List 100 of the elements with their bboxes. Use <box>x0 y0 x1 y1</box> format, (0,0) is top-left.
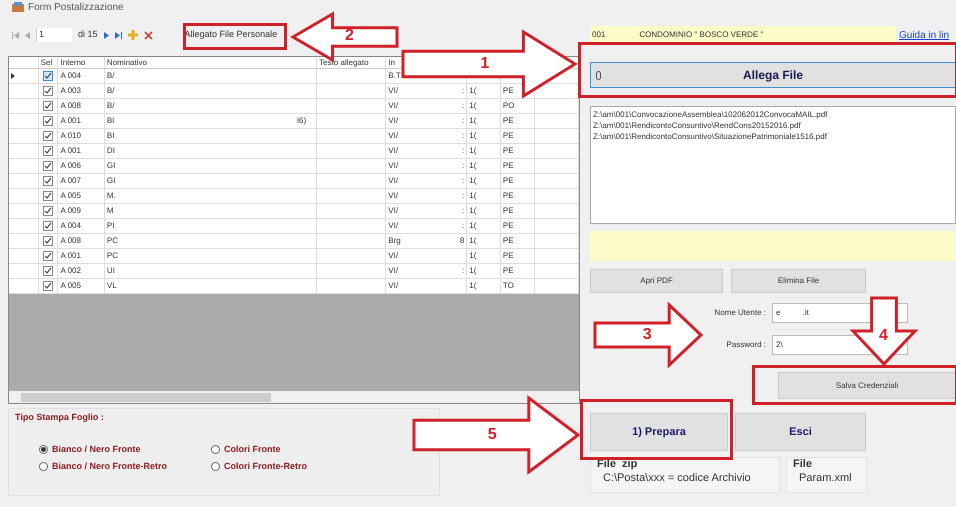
callout-arrow <box>850 296 918 366</box>
table-cell: TO <box>502 280 514 292</box>
column-header[interactable]: In <box>388 58 395 67</box>
table-cell: Bl <box>106 115 114 127</box>
output-path: Param.xml <box>798 471 853 486</box>
table-cell: B/ <box>106 70 114 82</box>
open-pdf-button[interactable]: Apri PDF <box>590 269 723 293</box>
delete-file-button[interactable]: Elimina File <box>731 269 866 293</box>
checkbox[interactable] <box>43 221 54 231</box>
table-cell: : <box>462 160 464 172</box>
list-item[interactable]: Z:\am\001\ConvocazioneAssemblea\102062012ConvocaMAIL.pdf <box>593 109 953 120</box>
list-item[interactable]: Z:\am\001\RendicontoConsuntivo\SituazionePatrimoniale1516.pdf <box>593 131 953 142</box>
attached-files-list[interactable]: Z:\am\001\ConvocazioneAssemblea\102062012ConvocaMAIL.pdf Z:\am\001\RendicontoConsuntivo\RendCons20152016.pdf Z:\am\001\RendicontoConsuntivo\SituazionePatrimoniale1516.pdf <box>590 106 956 224</box>
checkbox[interactable] <box>43 161 54 171</box>
column-header[interactable]: Testo allegato <box>319 58 369 67</box>
table-cell: Brg <box>388 235 401 247</box>
radio-label[interactable]: Bianco / Nero Fronte-Retro <box>52 460 168 474</box>
checkbox[interactable] <box>43 281 54 291</box>
attach-file-button[interactable]: Allega File <box>590 62 956 88</box>
output-title: File <box>793 458 813 470</box>
radio-button[interactable] <box>39 444 48 454</box>
table-cell: VI/ <box>388 115 398 127</box>
table-cell: VI/ <box>388 250 398 262</box>
next-record-icon[interactable] <box>104 32 109 38</box>
table-cell: PE <box>502 160 514 172</box>
table-cell: PE <box>502 85 514 97</box>
prepare-button[interactable]: 1) Prepara <box>590 413 728 451</box>
radio-label[interactable]: Colori Fronte <box>224 442 280 456</box>
table-cell: PE <box>502 175 514 187</box>
table-cell: PE <box>502 265 514 277</box>
table-cell: PC <box>106 250 118 262</box>
table-cell: 1( <box>469 280 476 292</box>
checkbox[interactable] <box>43 101 54 111</box>
position-field[interactable]: 1 <box>36 28 72 42</box>
table-cell: PI <box>106 220 114 232</box>
table-cell: PE <box>502 220 514 232</box>
horizontal-scrollbar[interactable] <box>9 391 579 403</box>
step-number: 2 <box>345 28 354 44</box>
table-cell: BI <box>106 130 114 142</box>
table-cell: DI <box>106 145 115 157</box>
checkbox[interactable] <box>43 251 54 261</box>
exit-button[interactable]: Esci <box>735 413 866 451</box>
column-header[interactable]: Sel <box>40 58 52 67</box>
table-cell: 1( <box>469 190 476 202</box>
step-number: 3 <box>642 327 652 343</box>
table-cell: 1( <box>469 160 476 172</box>
table-cell: B.T <box>388 70 401 82</box>
table-cell: A 005 <box>60 190 81 202</box>
delete-icon[interactable] <box>144 30 153 40</box>
checkbox[interactable] <box>43 206 54 216</box>
app-icon <box>12 2 24 12</box>
table-cell: VL <box>106 280 117 292</box>
table-cell: VI/ <box>388 100 398 112</box>
table-cell: : <box>462 85 464 97</box>
table-cell: : <box>462 175 464 187</box>
radio-button[interactable] <box>39 462 48 472</box>
table-cell: B/ <box>106 85 114 97</box>
checkbox[interactable] <box>43 146 54 156</box>
table-cell: PE <box>502 115 514 127</box>
save-credentials-button[interactable]: Salva Credenziali <box>778 372 956 399</box>
checkbox[interactable] <box>43 266 54 276</box>
radio-label[interactable]: Bianco / Nero Fronte <box>52 442 141 456</box>
step-number: 5 <box>488 427 497 443</box>
condominium-code: 001 <box>592 29 606 41</box>
checkbox[interactable] <box>43 86 54 96</box>
last-record-icon[interactable] <box>114 32 122 38</box>
table-cell: 1( <box>469 265 476 277</box>
list-item[interactable]: Z:\am\001\RendicontoConsuntivo\RendCons20152016.pdf <box>593 120 953 131</box>
checkbox[interactable] <box>43 176 54 186</box>
table-cell: 1( <box>469 115 476 127</box>
table-cell: A 001 <box>60 115 81 127</box>
column-header[interactable]: Nominativo <box>106 58 147 67</box>
table-cell: VI/ <box>388 85 398 97</box>
checkbox[interactable] <box>43 131 54 141</box>
table-cell: VI/ <box>388 280 398 292</box>
radio-button[interactable] <box>211 462 220 472</box>
table-cell: GI <box>106 160 116 172</box>
checkbox[interactable] <box>43 191 54 201</box>
table-cell: A 003 <box>60 85 81 97</box>
checkbox[interactable] <box>43 236 54 246</box>
table-cell: VI/ <box>388 175 398 187</box>
table-cell: 1( <box>469 250 476 262</box>
checkbox[interactable] <box>43 71 54 81</box>
table-cell: 1( <box>469 175 476 187</box>
output-path: C:\Posta\xxx = codice Archivio <box>602 471 752 486</box>
radio-label[interactable]: Colori Fronte-Retro <box>224 460 307 474</box>
attachment-label[interactable]: Allegato File Personale <box>184 28 278 42</box>
checkbox[interactable] <box>43 116 54 126</box>
table-cell: B/ <box>106 100 114 112</box>
table-cell: PE <box>502 145 514 157</box>
table-cell: 1( <box>469 85 476 97</box>
radio-button[interactable] <box>211 444 220 454</box>
table-cell: 1( <box>469 205 476 217</box>
table-cell: A 005 <box>60 280 81 292</box>
table-cell: A 009 <box>60 205 81 217</box>
help-link[interactable]: Guida in lin <box>899 28 950 42</box>
table-cell: A 007 <box>60 175 81 187</box>
table-cell: 1( <box>469 130 476 142</box>
table-cell: VI/ <box>388 130 398 142</box>
column-header[interactable]: Interno <box>60 58 86 67</box>
